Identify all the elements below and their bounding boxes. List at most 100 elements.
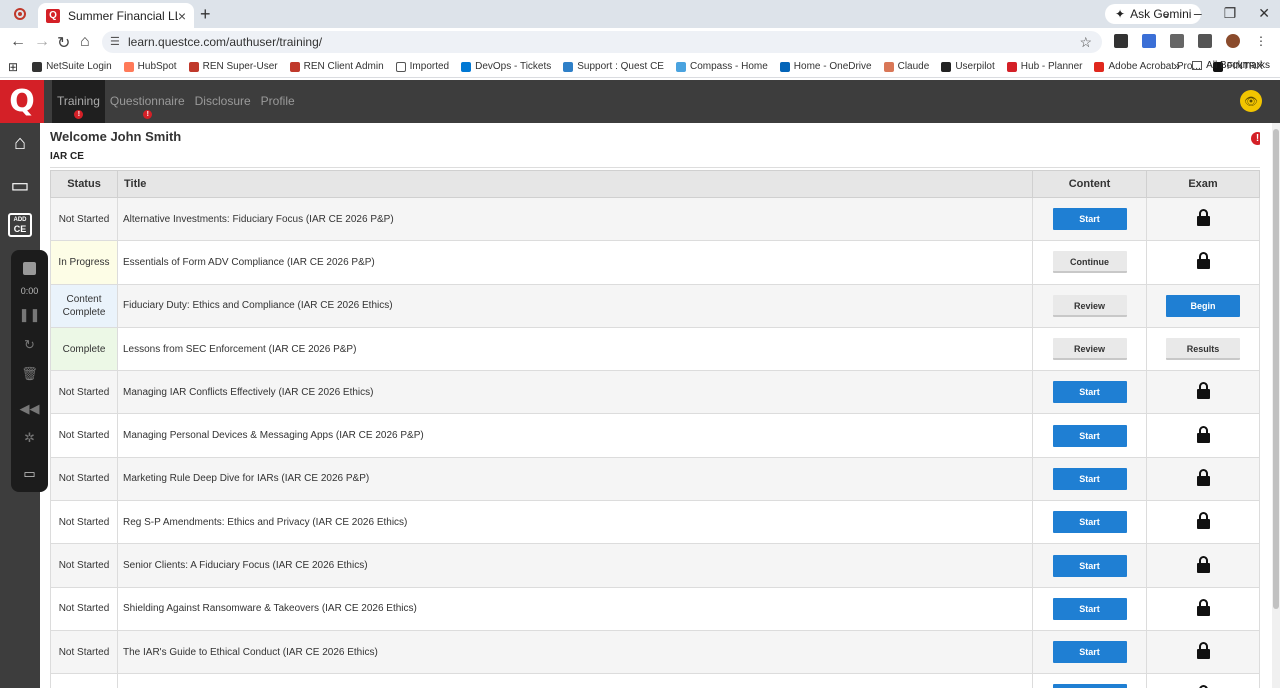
training-table: Status Title Content Exam Not Started Alt… [50, 170, 1260, 688]
table-row: Not Started The IAR's Guide to Ethical Co… [50, 629, 1260, 675]
status-cell: In Progress [50, 240, 118, 285]
bookmark-imported[interactable]: Imported [395, 61, 449, 72]
table-row: Not Started Marketing Rule Deep Dive for … [50, 456, 1260, 502]
nav-disclosure[interactable]: Disclosure [190, 80, 256, 123]
home-icon[interactable]: ⌂ [80, 33, 90, 51]
warning-alert-icon[interactable]: ! [1251, 132, 1260, 145]
bookmark-devops-tickets[interactable]: DevOps - Tickets [461, 61, 551, 72]
results-exam-button[interactable]: Results [1166, 338, 1240, 361]
camera-icon[interactable]: ▭ [11, 466, 48, 482]
status-cell: Not Started [50, 586, 118, 631]
back-icon[interactable]: ← [10, 33, 26, 51]
scrollbar-thumb[interactable] [1273, 129, 1279, 609]
continue-button[interactable]: Continue [1052, 251, 1127, 274]
course-title-cell: Managing IAR Conflicts Effectively (IAR … [117, 370, 1033, 415]
bookmark-ren-super-user[interactable]: REN Super-User [188, 61, 278, 72]
table-row: Not Started Managing Personal Devices & M… [50, 413, 1260, 458]
extension-icon[interactable] [1142, 34, 1156, 48]
extensions-puzzle-icon[interactable] [1170, 34, 1184, 48]
url-field[interactable]: ☰ learn.questce.com/authuser/training/ ☆ [102, 31, 1102, 53]
bookmark-netsuite[interactable]: NetSuite Login [32, 61, 112, 72]
bookmark-support-quest-ce[interactable]: Support : Quest CE [563, 61, 664, 72]
stop-recording-icon[interactable] [23, 262, 36, 275]
start-button[interactable]: Start [1052, 597, 1127, 620]
restore-icon[interactable]: ❐ [1224, 5, 1237, 22]
nav-disclosure-label: Disclosure [194, 94, 251, 108]
course-title-cell: The IAR's Guide to Ethical Conduct (IAR … [117, 629, 1033, 675]
minimize-icon[interactable]: – [1194, 5, 1202, 22]
start-button[interactable]: Start [1052, 424, 1127, 447]
address-bar-row: ← → ↻ ⌂ ☰ learn.questce.com/authuser/tra… [0, 28, 1280, 56]
more-bookmarks-icon[interactable]: » [1173, 59, 1180, 73]
add-ce-icon[interactable]: ADD CE [8, 213, 32, 237]
status-cell: Not Started [50, 629, 118, 675]
site-info-icon[interactable]: ☰ [110, 31, 120, 53]
bookmark-adobe-acrobat[interactable]: Adobe Acrobat Pro... [1094, 61, 1201, 72]
bookmark-compass-home[interactable]: Compass - Home [675, 61, 768, 72]
bookmark-hubspot[interactable]: HubSpot [123, 61, 177, 72]
content-cell: Start [1032, 370, 1147, 415]
start-button[interactable]: Start [1052, 684, 1127, 688]
nav-training-label: Training [57, 94, 100, 108]
start-button[interactable]: Start [1052, 208, 1127, 231]
content-cell: Start [1032, 586, 1147, 631]
nav-profile[interactable]: Profile [256, 80, 300, 123]
home-icon[interactable]: ⌂ [8, 131, 32, 155]
recording-indicator-icon[interactable] [14, 8, 26, 20]
content-cell: Start [1032, 196, 1147, 242]
questce-logo[interactable]: Q [0, 80, 44, 123]
start-button[interactable]: Start [1052, 381, 1127, 404]
nav-questionnaire[interactable]: Questionnaire ! [105, 80, 190, 123]
start-button[interactable]: Start [1052, 511, 1127, 534]
all-bookmarks[interactable]: All Bookmarks [1192, 60, 1270, 71]
app-header: Q Training ! Questionnaire ! Disclosure … [0, 80, 1280, 123]
start-button[interactable]: Start [1052, 467, 1127, 490]
review-button[interactable]: Review [1052, 294, 1127, 317]
nav-training[interactable]: Training ! [52, 80, 105, 123]
bookmark-userpilot[interactable]: Userpilot [941, 61, 995, 72]
sparkle-icon: ✦ [1115, 7, 1126, 21]
bookmark-onedrive[interactable]: Home - OneDrive [779, 61, 872, 72]
reload-icon[interactable]: ↻ [57, 33, 70, 53]
close-tab-icon[interactable]: × [178, 8, 186, 24]
exam-cell [1146, 456, 1260, 502]
start-button[interactable]: Start [1052, 641, 1127, 664]
alert-icon: ! [74, 110, 84, 119]
exam-cell [1146, 370, 1260, 415]
restart-icon[interactable]: ↻ [11, 337, 48, 353]
browser-tab[interactable]: Q Summer Financial LLC × [38, 3, 194, 28]
extension-icon[interactable] [1114, 34, 1128, 48]
review-button[interactable]: Review [1052, 338, 1127, 361]
table-row: Not Started Managing IAR Conflicts Effect… [50, 370, 1260, 415]
menu-icon[interactable]: ⋮ [1254, 34, 1268, 48]
screenshot-icon[interactable] [1198, 34, 1212, 48]
lock-icon [1196, 512, 1210, 530]
bookmark-ren-client-admin[interactable]: REN Client Admin [289, 61, 384, 72]
lock-icon [1196, 468, 1210, 486]
status-cell [50, 673, 118, 688]
profile-avatar[interactable] [1226, 34, 1240, 48]
rewind-icon[interactable]: ◀◀ [11, 401, 48, 417]
forward-icon[interactable]: → [34, 33, 50, 51]
exam-cell [1146, 673, 1260, 688]
begin-exam-button[interactable]: Begin [1166, 294, 1240, 317]
start-button[interactable]: Start [1052, 554, 1127, 577]
tab-search-icon[interactable]: ⌄ [1160, 5, 1172, 22]
delete-icon[interactable]: 🗑 [11, 366, 48, 382]
bookmark-claude[interactable]: Claude [883, 61, 929, 72]
bookmark-hub-planner[interactable]: Hub - Planner [1006, 61, 1082, 72]
apps-grid-icon[interactable]: ⊞ [8, 60, 18, 74]
exam-cell [1146, 629, 1260, 675]
content-cell: Start [1032, 456, 1147, 502]
settings-icon[interactable]: ✲ [11, 430, 48, 446]
close-window-icon[interactable]: ✕ [1258, 5, 1270, 22]
new-tab-button[interactable]: + [200, 4, 211, 25]
exam-cell [1146, 240, 1260, 285]
course-title-cell: Senior Clients: A Fiduciary Focus (IAR C… [117, 543, 1033, 588]
pause-icon[interactable]: ❚❚ [11, 307, 48, 323]
page-scrollbar[interactable] [1272, 123, 1280, 688]
title-column-header: Title [117, 170, 1033, 198]
bookmark-star-icon[interactable]: ☆ [1079, 31, 1092, 53]
presentation-icon[interactable]: ▭ [8, 173, 32, 197]
accessibility-eye-icon[interactable]: 👁 [1240, 90, 1262, 112]
